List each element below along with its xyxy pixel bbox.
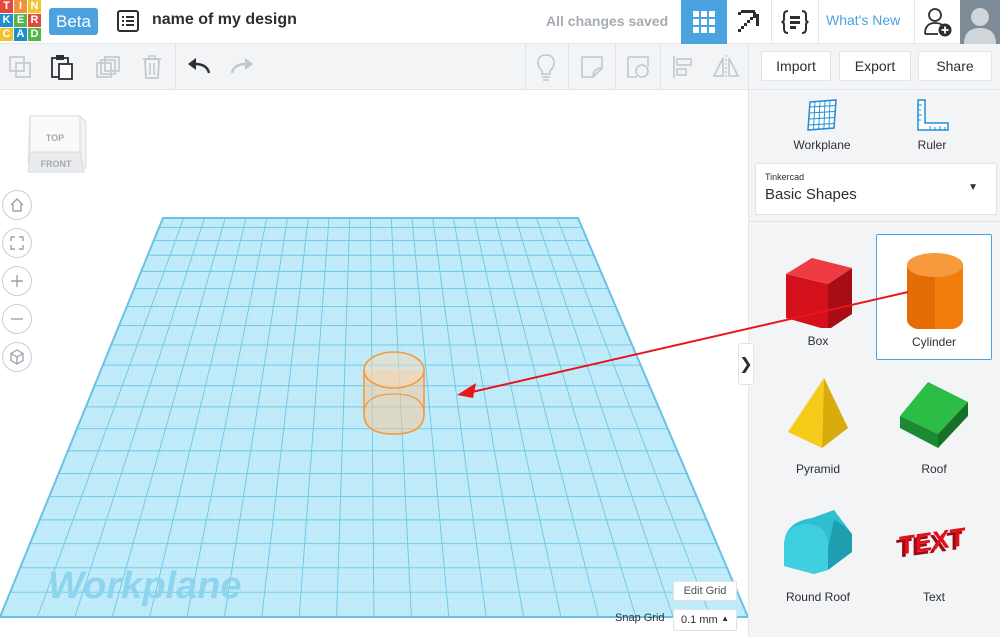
logo-letter: A: [14, 28, 27, 41]
shape-label: Text: [922, 590, 945, 604]
top-bar: TIN KER CAD Beta name of my design All cha…: [0, 0, 1000, 44]
duplicate-icon[interactable]: [93, 52, 123, 82]
shapes-panel: Workplane Ruler Tinkercad Basic Shapes ▼…: [748, 90, 1000, 637]
logo-letter: C: [0, 28, 13, 41]
snap-grid-label: Snap Grid: [615, 612, 665, 624]
copy-icon[interactable]: [5, 52, 35, 82]
divider: [175, 44, 176, 90]
cylinder-shape-icon: [907, 253, 963, 329]
divider: [914, 0, 915, 44]
workplane-label: Workplane: [793, 138, 851, 152]
avatar[interactable]: [960, 0, 1000, 44]
whats-new-link[interactable]: What's New: [826, 12, 900, 28]
divider: [568, 44, 569, 90]
collapse-panel-button[interactable]: ❯: [738, 343, 754, 385]
library-category: Tinkercad: [765, 172, 805, 182]
text-shape-icon: TEXT TEXT: [896, 521, 965, 564]
design-list-icon[interactable]: [117, 10, 139, 32]
shape-label: Cylinder: [911, 335, 956, 349]
note-icon[interactable]: [577, 52, 607, 82]
workplane-icon: [807, 99, 837, 131]
divider: [615, 44, 616, 90]
codeblocks-button[interactable]: [772, 0, 818, 44]
viewcube-top-label: TOP: [46, 133, 64, 143]
shape-label: Round Roof: [785, 590, 851, 604]
divider: [525, 44, 526, 90]
beta-badge: Beta: [49, 8, 98, 35]
box-shape-icon: [786, 258, 852, 328]
ruler-tool[interactable]: Ruler: [892, 96, 972, 156]
library-name: Basic Shapes: [765, 186, 857, 203]
logo-letter: I: [14, 0, 27, 13]
workplane-watermark: Workplane: [48, 565, 242, 607]
edit-toolbar: Import Export Share: [0, 44, 1000, 90]
align-icon[interactable]: [668, 52, 698, 82]
shape-cylinder[interactable]: Cylinder: [876, 234, 992, 360]
logo-letter: K: [0, 14, 13, 27]
shape-box[interactable]: Box: [760, 234, 876, 360]
pyramid-shape-icon: [788, 378, 848, 448]
snap-grid-value: 0.1 mm: [681, 614, 718, 626]
round-roof-shape-icon: [784, 510, 852, 574]
3d-design-button[interactable]: [681, 0, 727, 44]
shape-label: Pyramid: [795, 462, 840, 476]
shape-pyramid[interactable]: Pyramid: [760, 362, 876, 488]
edit-grid-button[interactable]: Edit Grid: [673, 581, 737, 601]
snap-grid-select[interactable]: 0.1 mm ▲: [673, 609, 737, 631]
chevron-down-icon: ▼: [968, 182, 978, 193]
cylinder-object[interactable]: [358, 348, 430, 440]
viewcube-front-label: FRONT: [41, 159, 72, 169]
ruler-icon: [917, 99, 949, 131]
logo-letter: E: [14, 14, 27, 27]
export-button[interactable]: Export: [839, 51, 911, 81]
3d-viewport[interactable]: Workplane TOP FRONT Edit Grid Snap Grid …: [0, 90, 748, 637]
divider: [660, 44, 661, 90]
shape-roof[interactable]: Roof: [876, 362, 992, 488]
chevron-up-icon: ▲: [721, 614, 729, 623]
logo-letter: T: [0, 0, 13, 13]
tinkercad-logo[interactable]: TIN KER CAD: [0, 0, 41, 41]
divider: [749, 221, 1000, 222]
view-cube[interactable]: TOP FRONT: [24, 110, 88, 182]
ruler-label: Ruler: [917, 138, 947, 152]
zoom-out-icon[interactable]: [2, 304, 32, 334]
logo-letter: D: [28, 28, 41, 41]
save-status: All changes saved: [546, 13, 669, 29]
logo-letter: N: [28, 0, 41, 13]
paste-icon[interactable]: [47, 52, 77, 82]
delete-icon[interactable]: [137, 52, 167, 82]
shape-library-select[interactable]: Tinkercad Basic Shapes ▼: [755, 163, 997, 215]
design-name[interactable]: name of my design: [152, 11, 297, 29]
light-bulb-icon[interactable]: [531, 52, 561, 82]
redo-icon[interactable]: [227, 52, 257, 82]
roof-shape-icon: [900, 382, 968, 448]
pickaxe-icon: [738, 10, 759, 32]
3d-grid-icon: [693, 11, 715, 33]
logo-letter: R: [28, 14, 41, 27]
shape-label: Roof: [921, 462, 947, 476]
import-button[interactable]: Import: [761, 51, 831, 81]
mirror-icon[interactable]: [711, 52, 741, 82]
shape-text[interactable]: TEXT TEXT Text: [876, 490, 992, 616]
workplane-tool[interactable]: Workplane: [782, 96, 862, 156]
shape-round-roof[interactable]: Round Roof: [760, 490, 876, 616]
home-view-icon[interactable]: [2, 190, 32, 220]
add-user-button[interactable]: [918, 2, 958, 42]
code-blocks-icon: [781, 10, 809, 34]
minecraft-button[interactable]: [729, 0, 769, 44]
perspective-icon[interactable]: [2, 342, 32, 372]
share-button[interactable]: Share: [918, 51, 992, 81]
add-user-icon: [924, 8, 952, 37]
shape-label: Box: [807, 334, 829, 348]
view-icon[interactable]: [623, 52, 653, 82]
divider: [748, 44, 749, 90]
undo-icon[interactable]: [184, 52, 214, 82]
zoom-in-icon[interactable]: [2, 266, 32, 296]
divider: [818, 0, 819, 44]
fit-view-icon[interactable]: [2, 228, 32, 258]
